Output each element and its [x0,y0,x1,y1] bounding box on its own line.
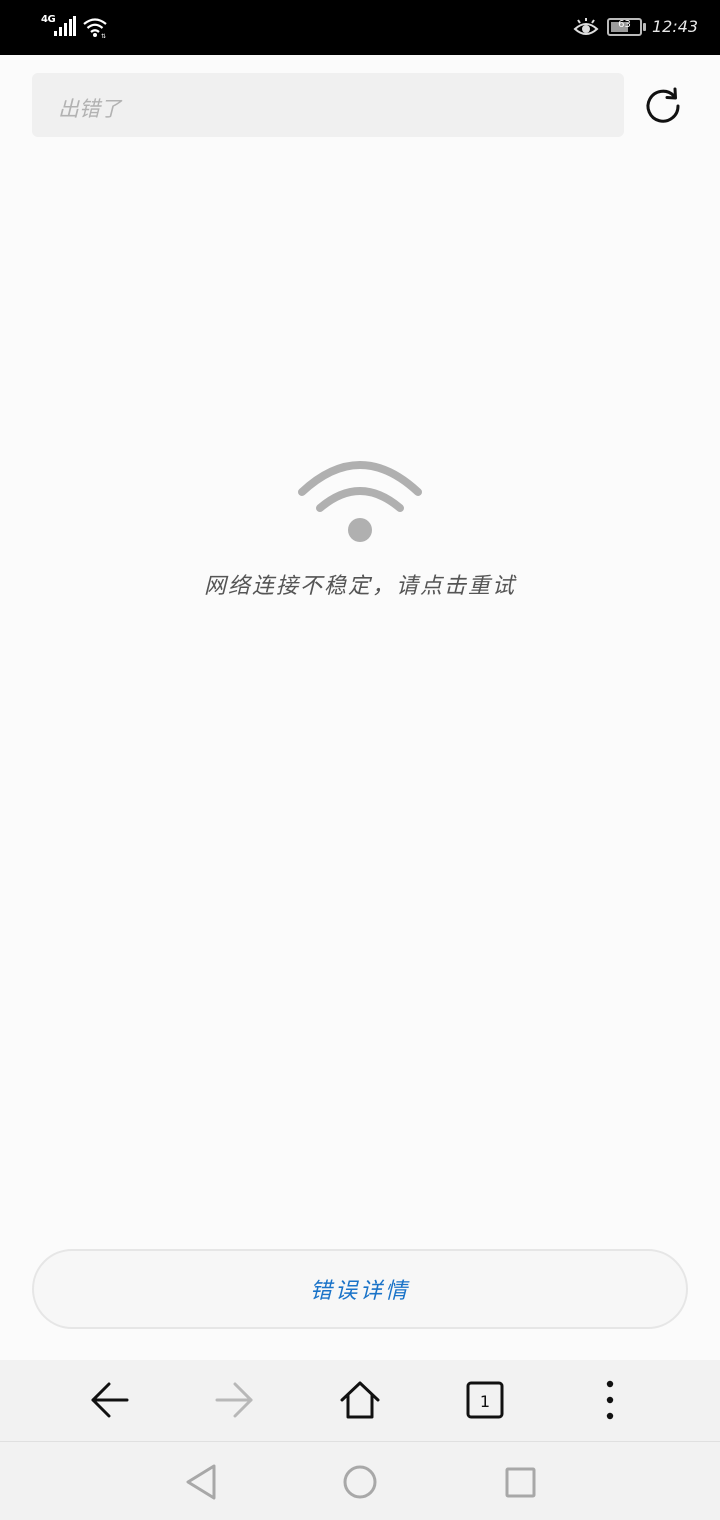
back-triangle-icon [186,1464,216,1500]
signal-strength-icon [54,16,76,36]
svg-text:⇅: ⇅ [101,33,106,38]
back-button[interactable] [86,1378,134,1422]
refresh-icon[interactable] [642,84,686,128]
battery-level-text: 63 [618,19,631,30]
address-bar-text: 出错了 [58,97,121,121]
back-icon [91,1382,129,1418]
error-message[interactable]: 网络连接不稳定，请点击重试 [0,568,720,600]
forward-button[interactable] [210,1378,258,1422]
home-button[interactable] [336,1378,384,1422]
tab-count: 1 [480,1392,490,1411]
status-time: 12:43 [652,17,699,36]
tabs-button[interactable]: 1 [461,1378,509,1422]
browser-toolbar: 1 [0,1360,720,1441]
system-home-button[interactable] [338,1460,382,1504]
eye-comfort-icon [573,18,599,35]
error-details-button[interactable]: 错误详情 [32,1249,688,1329]
forward-icon [215,1382,253,1418]
more-icon [606,1380,614,1420]
home-circle-icon [343,1465,377,1499]
recents-square-icon [505,1467,536,1498]
tabs-icon: 1 [466,1381,504,1419]
system-recents-button[interactable] [498,1460,542,1504]
wifi-status-icon: ⇅ [83,18,107,38]
error-details-label: 错误详情 [309,1279,410,1304]
address-bar[interactable]: 出错了 [32,73,624,137]
more-button[interactable] [586,1378,634,1422]
battery-tip [643,23,646,31]
system-back-button[interactable] [178,1460,222,1504]
battery-indicator: 63 [607,18,647,36]
home-icon [340,1381,380,1419]
wifi-error-icon [298,461,422,542]
system-navigation-bar [0,1441,720,1520]
status-bar: 4G ⇅ 63 12:43 [0,0,720,55]
